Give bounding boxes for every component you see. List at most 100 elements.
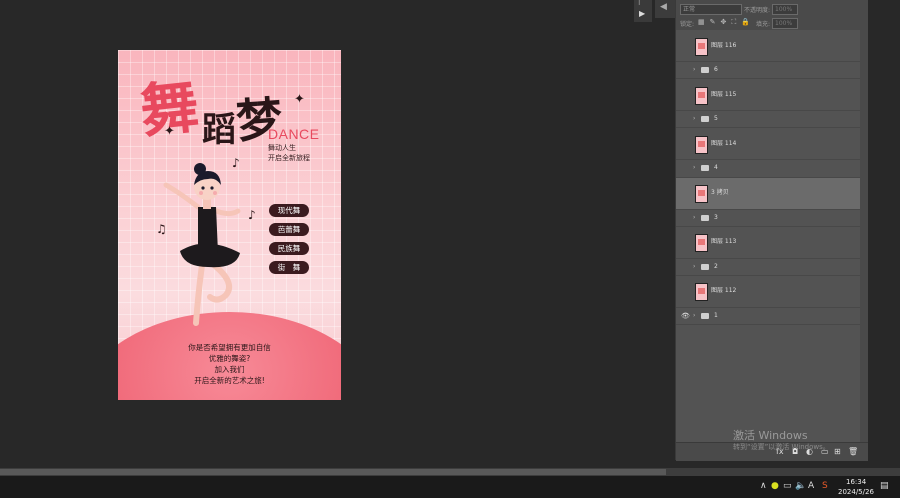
layer-name: 图层 114 [711,139,737,147]
show-hidden-icons-chevron-icon[interactable]: ∧ [760,481,767,491]
clock-time[interactable]: 16:34 [846,478,866,486]
folder-icon [701,116,709,123]
slogan-line: 你是否希望拥有更加自信 [188,343,271,352]
activation-watermark-text: 转到“设置”以激活 Windows。 [733,443,830,451]
layer-name: 1 [714,312,718,320]
subtitle-line: 舞动人生 [268,144,296,152]
sparkle-star-icon: ✦ [294,92,305,107]
expand-chevron-icon[interactable]: › [693,164,695,172]
collapse-panels-icon[interactable]: ◀ [660,2,667,12]
expand-chevron-icon[interactable]: › [693,263,695,271]
layer-thumbnail [695,185,708,204]
delete-layer-icon[interactable]: 🗑 [848,447,858,457]
app-tray-icon[interactable]: ● [771,481,779,491]
visibility-eye-icon[interactable] [681,214,689,222]
title-char-dao: 蹈 [202,110,236,150]
visibility-eye-icon[interactable] [681,42,689,50]
folder-icon [701,263,709,270]
layer-group-row[interactable]: › 3 [676,210,860,227]
blend-mode-select[interactable]: 正常 [680,4,742,15]
layer-name: 4 [714,164,718,172]
dance-tag-modern: 现代舞 [269,204,309,217]
visibility-eye-icon[interactable] [681,164,689,172]
slogan-line: 优雅的舞姿? [208,354,251,363]
opacity-input[interactable]: 100% [772,4,798,15]
layers-panel-options: 正常 不透明度: 100% 锁定: ▦✎✥⛶🔒 填充: 100% [676,0,868,30]
layer-row[interactable]: 图层 114 [676,128,860,161]
layer-group-row[interactable]: › 2 [676,259,860,276]
layer-name: 图层 113 [711,238,737,246]
layer-name: 3 [714,213,718,221]
visibility-eye-icon[interactable] [681,263,689,271]
expand-chevron-icon[interactable]: › [693,214,695,222]
layer-row[interactable]: 图层 113 [676,227,860,259]
lock-options-icon[interactable]: ▦✎✥⛶🔒 [698,18,755,27]
layer-thumbnail [695,37,708,56]
layer-row[interactable]: 图层 112 [676,276,860,308]
visibility-eye-icon[interactable] [681,287,689,295]
layer-thumbnail [695,135,708,154]
layer-name: 图层 112 [711,287,737,295]
play-icon[interactable]: ▶ [639,9,645,18]
folder-icon [701,214,709,221]
layer-name: 图层 116 [711,41,737,49]
layer-name: 6 [714,66,718,74]
input-method-icon[interactable]: S [822,481,828,491]
dance-tag-street: 街 舞 [269,261,309,274]
dance-tag-folk: 民族舞 [269,242,309,255]
horizontal-scrollbar[interactable] [0,468,900,476]
slogan-line: 开启全新的艺术之旅! [194,376,265,385]
subtitle-line: 开启全新旅程 [268,154,310,162]
layer-row[interactable]: 图层 115 [676,79,860,112]
panel-collapse-strip: ◀ [655,0,675,18]
canvas-workspace[interactable]: 舞 蹈 梦 ✦ ✦ DANCE 舞动人生 开启全新旅程 ♪ ♪ ♫ 现代舞 芭蕾… [0,0,675,468]
visibility-eye-icon[interactable]: 👁 [681,312,690,320]
slogan-line: 加入我们 [214,365,245,374]
windows-taskbar: ∧ ● ▭ 🔈 A S 16:34 2024/5/26 ▤ [0,476,900,498]
ime-indicator[interactable]: A [808,481,814,491]
visibility-eye-icon[interactable] [681,66,689,74]
layer-row[interactable]: 图层 116 [676,30,860,62]
layer-thumbnail [695,86,708,105]
folder-icon [701,165,709,172]
layers-list: 图层 116 › 6 图层 115 › 5 图层 114 › 4 3 拷贝 › 3 图层 113 › 2 图层… [676,30,860,326]
layer-group-row[interactable]: › 5 [676,111,860,129]
sparkle-star-icon: ✦ [164,124,175,139]
layer-thumbnail [695,283,708,302]
ballerina-illustration [163,163,241,326]
notification-icon[interactable]: ▤ [880,481,889,491]
expand-chevron-icon[interactable]: › [693,115,695,123]
visibility-eye-icon[interactable] [681,115,689,123]
clock-date[interactable]: 2024/5/26 [838,488,874,496]
layer-group-row[interactable]: 👁 › 1 [676,308,860,326]
visibility-eye-icon[interactable] [681,140,689,148]
folder-icon [701,67,709,74]
visibility-eye-icon[interactable] [681,91,689,99]
tool-strip: ⁝ ▶ [634,0,652,22]
tool-options-icon[interactable]: ⁝ [638,0,641,7]
layer-name: 3 拷贝 [711,189,729,197]
layer-group-row[interactable]: › 4 [676,160,860,178]
visibility-eye-icon[interactable] [681,189,689,197]
layer-name: 5 [714,115,718,123]
layer-name: 2 [714,262,718,270]
lock-label: 锁定: [680,21,695,28]
layer-group-row[interactable]: › 6 [676,62,860,80]
activation-watermark-title: 激活 Windows [733,429,808,442]
volume-icon[interactable]: 🔈 [795,481,806,491]
layer-row[interactable]: 3 拷贝 [676,177,860,210]
fill-label: 填充: [756,21,771,28]
network-icon[interactable]: ▭ [783,481,792,491]
dance-poster-artboard[interactable]: 舞 蹈 梦 ✦ ✦ DANCE 舞动人生 开启全新旅程 ♪ ♪ ♫ 现代舞 芭蕾… [118,50,341,400]
title-english: DANCE [268,126,320,142]
scrollbar-thumb[interactable] [0,469,666,475]
layers-scrollbar[interactable] [860,30,868,442]
fill-input[interactable]: 100% [772,18,798,29]
layer-name: 图层 115 [711,90,737,98]
layer-thumbnail [695,234,708,253]
expand-chevron-icon[interactable]: › [693,66,695,74]
visibility-eye-icon[interactable] [681,238,689,246]
expand-chevron-icon[interactable]: › [693,312,695,320]
new-layer-icon[interactable]: ⊞ [834,447,841,457]
opacity-label: 不透明度: [744,7,771,14]
